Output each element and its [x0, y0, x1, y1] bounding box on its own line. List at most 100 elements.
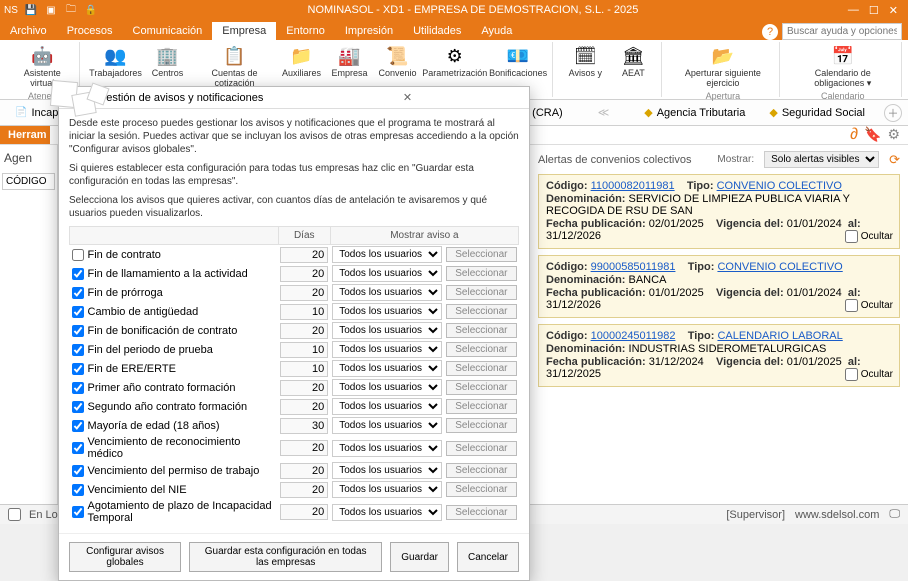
ribbon-cuentas[interactable]: 📋Cuentas de cotización [194, 42, 276, 91]
aviso-checkbox[interactable] [72, 287, 84, 299]
audience-select[interactable]: Todos los usuarios [332, 440, 442, 457]
maximize-button[interactable]: ☐ [869, 4, 879, 17]
dias-input[interactable] [280, 482, 328, 498]
ocultar-toggle[interactable]: Ocultar [845, 368, 893, 381]
codigo-link[interactable]: 11000082011981 [591, 180, 675, 192]
codigo-link[interactable]: 10000245011982 [591, 330, 676, 342]
audience-select[interactable]: Todos los usuarios [332, 265, 442, 282]
aviso-row[interactable]: Cambio de antigüedad [72, 306, 277, 318]
tipo-link[interactable]: CONVENIO COLECTIVO [717, 261, 842, 273]
audience-select[interactable]: Todos los usuarios [332, 462, 442, 479]
site-link[interactable]: www.sdelsol.com [795, 509, 879, 521]
menu-empresa[interactable]: Empresa [212, 22, 276, 40]
audience-select[interactable]: Todos los usuarios [332, 322, 442, 339]
ocultar-toggle[interactable]: Ocultar [845, 299, 893, 312]
menu-impresion[interactable]: Impresión [335, 22, 403, 40]
ribbon-aperturar[interactable]: 📂Aperturar siguiente ejercicio [672, 42, 773, 91]
aviso-row[interactable]: Primer año contrato formación [72, 382, 277, 394]
audience-select[interactable]: Todos los usuarios [332, 246, 442, 263]
audience-select[interactable]: Todos los usuarios [332, 481, 442, 498]
dias-input[interactable] [280, 304, 328, 320]
ribbon-auxiliares[interactable]: 📁Auxiliares [280, 42, 324, 91]
menu-archivo[interactable]: Archivo [0, 22, 57, 40]
ribbon-calendario[interactable]: 📅Calendario de obligaciones ▾ [790, 42, 895, 91]
aviso-checkbox[interactable] [72, 442, 84, 454]
aviso-checkbox[interactable] [72, 363, 84, 375]
codigo-link[interactable]: 99000585011981 [591, 261, 676, 273]
swirl-icon[interactable]: ∂ [850, 126, 858, 144]
tipo-link[interactable]: CALENDARIO LABORAL [717, 330, 842, 342]
audience-select[interactable]: Todos los usuarios [332, 303, 442, 320]
add-tab-button[interactable]: ＋ [884, 104, 902, 122]
seleccionar-button[interactable]: Seleccionar [446, 418, 516, 433]
seleccionar-button[interactable]: Seleccionar [446, 380, 516, 395]
ribbon-avisos[interactable]: 🗓Avisos y [563, 42, 607, 81]
guardar-todas-button[interactable]: Guardar esta configuración en todas las … [189, 542, 382, 572]
minimize-button[interactable]: — [848, 4, 859, 17]
aviso-row[interactable]: Segundo año contrato formación [72, 401, 277, 413]
ocultar-checkbox[interactable] [845, 299, 858, 312]
aviso-checkbox[interactable] [72, 401, 84, 413]
seleccionar-button[interactable]: Seleccionar [446, 399, 516, 414]
aviso-checkbox[interactable] [72, 306, 84, 318]
aviso-checkbox[interactable] [72, 249, 84, 261]
dias-input[interactable] [280, 323, 328, 339]
aviso-row[interactable]: Mayoría de edad (18 años) [72, 420, 277, 432]
seleccionar-button[interactable]: Seleccionar [446, 361, 516, 376]
aviso-row[interactable]: Fin de llamamiento a la actividad [72, 268, 277, 280]
menu-comunicacion[interactable]: Comunicación [123, 22, 213, 40]
ribbon-parametrizacion[interactable]: ⚙Parametrización [424, 42, 486, 91]
enlocal-checkbox[interactable] [8, 508, 21, 521]
ocultar-toggle[interactable]: Ocultar [845, 230, 893, 243]
status-monitor-icon[interactable]: 🖵 [889, 508, 900, 521]
aviso-row[interactable]: Vencimiento de reconocimiento médico [72, 436, 277, 460]
audience-select[interactable]: Todos los usuarios [332, 417, 442, 434]
aviso-checkbox[interactable] [72, 344, 84, 356]
tab-agencia-tributaria[interactable]: ◆ Agencia Tributaria [635, 102, 754, 123]
audience-select[interactable]: Todos los usuarios [332, 284, 442, 301]
seleccionar-button[interactable]: Seleccionar [446, 323, 516, 338]
dias-input[interactable] [280, 285, 328, 301]
dialog-close-button[interactable]: ✕ [294, 91, 521, 104]
menu-utilidades[interactable]: Utilidades [403, 22, 471, 40]
dias-input[interactable] [280, 266, 328, 282]
aviso-row[interactable]: Vencimiento del permiso de trabajo [72, 465, 277, 477]
aviso-row[interactable]: Fin de bonificación de contrato [72, 325, 277, 337]
dias-input[interactable] [280, 380, 328, 396]
seleccionar-button[interactable]: Seleccionar [446, 247, 516, 262]
help-search-input[interactable] [782, 23, 902, 40]
dias-input[interactable] [280, 440, 328, 456]
dias-input[interactable] [280, 504, 328, 520]
aviso-row[interactable]: Fin del periodo de prueba [72, 344, 277, 356]
aviso-row[interactable]: Fin de prórroga [72, 287, 277, 299]
refresh-button[interactable]: ⟳ [889, 152, 900, 168]
settings-icon[interactable]: ⚙ [887, 126, 900, 144]
seleccionar-button[interactable]: Seleccionar [446, 463, 516, 478]
seleccionar-button[interactable]: Seleccionar [446, 441, 516, 456]
seleccionar-button[interactable]: Seleccionar [446, 266, 516, 281]
seleccionar-button[interactable]: Seleccionar [446, 505, 516, 520]
aviso-checkbox[interactable] [72, 465, 84, 477]
dias-input[interactable] [280, 418, 328, 434]
aviso-row[interactable]: Fin de ERE/ERTE [72, 363, 277, 375]
guardar-button[interactable]: Guardar [390, 542, 449, 572]
ocultar-checkbox[interactable] [845, 230, 858, 243]
aviso-checkbox[interactable] [72, 420, 84, 432]
ribbon-convenio[interactable]: 📜Convenio [376, 42, 420, 91]
seleccionar-button[interactable]: Seleccionar [446, 304, 516, 319]
dias-input[interactable] [280, 247, 328, 263]
tab-nav-arrows[interactable]: ≪ [578, 106, 630, 119]
dias-input[interactable] [280, 342, 328, 358]
qa-print-icon[interactable]: ▣ [44, 3, 58, 17]
audience-select[interactable]: Todos los usuarios [332, 379, 442, 396]
ribbon-aeat[interactable]: 🏛AEAT [611, 42, 655, 81]
audience-select[interactable]: Todos los usuarios [332, 360, 442, 377]
audience-select[interactable]: Todos los usuarios [332, 341, 442, 358]
dias-input[interactable] [280, 361, 328, 377]
ribbon-centros[interactable]: 🏢Centros [146, 42, 190, 91]
menu-entorno[interactable]: Entorno [276, 22, 335, 40]
aviso-checkbox[interactable] [72, 268, 84, 280]
cancelar-button[interactable]: Cancelar [457, 542, 519, 572]
audience-select[interactable]: Todos los usuarios [332, 398, 442, 415]
seleccionar-button[interactable]: Seleccionar [446, 285, 516, 300]
